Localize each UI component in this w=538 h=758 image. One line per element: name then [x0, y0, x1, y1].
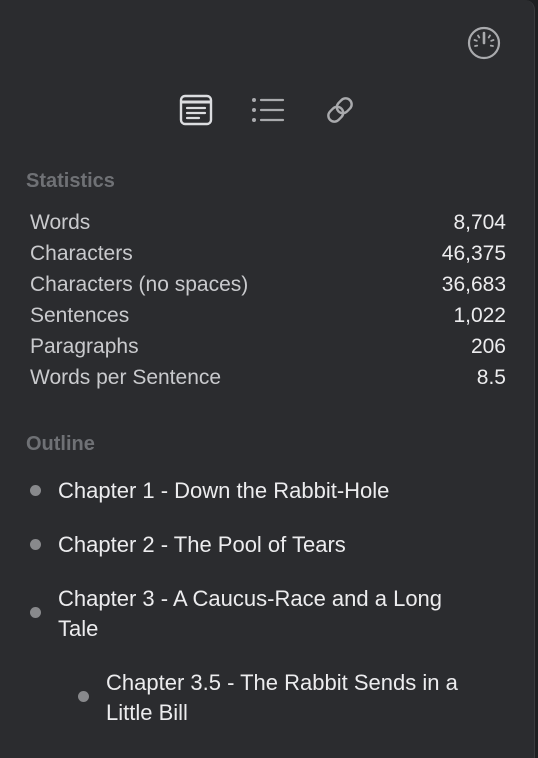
- stat-label: Characters: [30, 241, 133, 265]
- stat-label: Words per Sentence: [30, 365, 222, 389]
- outline-item[interactable]: Chapter 3 - A Caucus-Race and a Long Tal…: [58, 584, 458, 644]
- stat-row-words: Words 8,704: [30, 207, 506, 238]
- stat-value: 206: [470, 334, 506, 358]
- outline-bullet: [78, 691, 89, 702]
- outline-bullet: [30, 607, 41, 618]
- document-icon: [179, 94, 213, 126]
- inspector-panel: Statistics Words 8,704 Characters 46,375…: [0, 0, 535, 758]
- outline-bullet: [30, 539, 41, 550]
- stat-label: Characters (no spaces): [30, 272, 249, 296]
- stat-value: 1,022: [453, 303, 506, 327]
- stat-value: 8.5: [476, 365, 506, 389]
- statistics-heading: Statistics: [26, 170, 115, 192]
- stat-value: 36,683: [441, 272, 506, 296]
- stat-row-paragraphs: Paragraphs 206: [30, 331, 506, 362]
- stat-row-characters: Characters 46,375: [30, 238, 506, 269]
- inspector-tabs: [0, 92, 534, 128]
- link-icon: [327, 97, 353, 123]
- outline-bullet: [30, 485, 41, 496]
- stat-value: 46,375: [441, 241, 506, 265]
- outline-heading: Outline: [26, 433, 95, 455]
- outline-item[interactable]: Chapter 1 - Down the Rabbit-Hole: [58, 476, 488, 506]
- outline-item[interactable]: Chapter 2 - The Pool of Tears: [58, 530, 488, 560]
- list-icon: [252, 98, 285, 122]
- outline-subitem[interactable]: Chapter 3.5 - The Rabbit Sends in a Litt…: [106, 668, 486, 728]
- stat-label: Words: [30, 210, 91, 234]
- tab-outline[interactable]: [250, 92, 286, 128]
- stat-row-characters-no-spaces: Characters (no spaces) 36,683: [30, 269, 506, 300]
- stat-label: Sentences: [30, 303, 130, 327]
- statistics-list: Words 8,704 Characters 46,375 Characters…: [30, 207, 506, 393]
- stat-value: 8,704: [453, 210, 506, 234]
- stat-row-words-per-sentence: Words per Sentence 8.5: [30, 362, 506, 393]
- tab-document-stats[interactable]: [178, 92, 214, 128]
- gauge-icon: [467, 26, 501, 60]
- stat-row-sentences: Sentences 1,022: [30, 300, 506, 331]
- stat-label: Paragraphs: [30, 334, 139, 358]
- tab-links[interactable]: [322, 92, 358, 128]
- gauge-button[interactable]: [466, 25, 502, 61]
